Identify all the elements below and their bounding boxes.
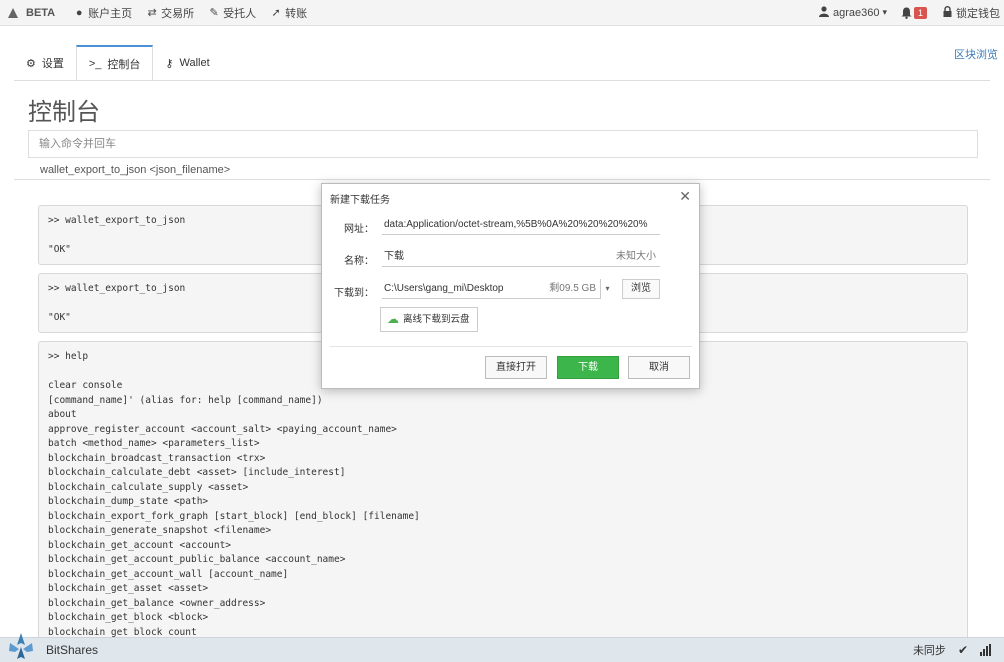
url-label: 网址： [344, 224, 374, 235]
block-explorer-link[interactable]: 区块浏览 [954, 46, 998, 62]
check-icon: ✔ [957, 643, 968, 657]
open-directly-button[interactable]: 直接打开 [485, 356, 547, 379]
free-space: 剩09.5 GB [549, 283, 596, 294]
download-button[interactable]: 下载 [557, 356, 619, 379]
url-value: data:Application/octet-stream,%5B%0A%20%… [384, 219, 648, 230]
new-download-dialog: 新建下载任务 ✕ 网址： data:Application/octet-stre… [321, 183, 700, 389]
app-name: BitShares [46, 643, 99, 657]
nav-item-label: 受托人 [223, 7, 257, 20]
bitshares-logo-icon [9, 633, 33, 659]
user-menu[interactable]: agrae360 ▾ [818, 5, 887, 20]
url-field[interactable]: data:Application/octet-stream,%5B%0A%20%… [382, 215, 660, 235]
chevron-down-icon: ▾ [882, 7, 887, 17]
nav-item-label: 交易所 [161, 7, 195, 20]
filename-field[interactable]: 下载 未知大小 [382, 247, 660, 267]
filename-value: 下载 [384, 251, 404, 262]
command-input[interactable] [28, 130, 978, 158]
key-icon: ⚷ [165, 57, 174, 70]
cloud-icon: ☁ [387, 312, 399, 326]
tab-settings[interactable]: ⚙ 设置 [14, 45, 76, 81]
nav-item-account-home[interactable]: ● 账户主页 [73, 5, 132, 21]
lock-icon [941, 5, 953, 20]
nav-item-label: 账户主页 [88, 7, 133, 20]
gears-icon: ⚙ [26, 57, 36, 70]
hint-divider [14, 179, 990, 180]
delegate-icon: ✎ [209, 7, 219, 19]
tab-wallet[interactable]: ⚷ Wallet [153, 45, 221, 81]
browse-button[interactable]: 浏览 [622, 279, 660, 299]
nav-item-label: 转账 [285, 7, 308, 20]
lock-wallet-button[interactable]: 锁定钱包 [941, 5, 1000, 21]
save-path-value: C:\Users\gang_mi\Desktop [384, 283, 504, 294]
path-dropdown-chevron-icon[interactable]: ▾ [600, 279, 614, 299]
tab-label: 设置 [41, 58, 64, 70]
lock-wallet-label: 锁定钱包 [956, 7, 1000, 20]
dialog-divider [330, 346, 692, 347]
exchange-icon: ⇄ [147, 7, 157, 19]
page-title: 控制台 [28, 99, 100, 126]
terminal-icon: >_ [88, 57, 102, 70]
offline-cloud-download-button[interactable]: ☁ 离线下载到云盘 [380, 307, 478, 332]
save-to-label: 下载到： [334, 288, 374, 299]
bell-icon[interactable] [901, 7, 912, 19]
nav-item-exchange[interactable]: ⇄ 交易所 [146, 5, 195, 21]
command-hint: wallet_export_to_json <json_filename> [40, 164, 231, 176]
status-bar: BitShares 未同步 ✔ [0, 633, 1004, 662]
cloud-button-label: 离线下载到云盘 [403, 314, 470, 325]
name-label: 名称： [344, 256, 374, 267]
nav-item-transfer[interactable]: ➚ 转账 [270, 5, 308, 21]
close-icon[interactable]: ✕ [679, 188, 691, 205]
tab-console[interactable]: >_ 控制台 [75, 45, 154, 81]
tab-label: 控制台 [107, 58, 141, 71]
sync-status: 未同步 [912, 645, 946, 657]
user-icon [818, 5, 830, 20]
nav-item-delegates[interactable]: ✎ 受托人 [208, 5, 257, 21]
bitshares-triangle-icon [8, 7, 18, 18]
notification-count: 1 [913, 6, 927, 19]
user-home-icon: ● [75, 6, 83, 19]
brand[interactable]: BETA [8, 7, 55, 19]
console-tabs: ⚙ 设置 >_ 控制台 ⚷ Wallet [14, 45, 222, 81]
user-name: agrae360 [832, 6, 880, 19]
save-path-field[interactable]: C:\Users\gang_mi\Desktop 剩09.5 GB [382, 279, 600, 299]
cancel-button[interactable]: 取消 [628, 356, 690, 379]
tab-divider [14, 80, 990, 81]
transfer-icon: ➚ [271, 7, 281, 19]
dialog-title: 新建下载任务 [330, 195, 390, 206]
top-navbar: BETA ● 账户主页 ⇄ 交易所 ✎ 受托人 ➚ 转账 agrae360 ▾ … [0, 0, 1004, 26]
file-size: 未知大小 [616, 251, 656, 262]
signal-bars-icon [980, 644, 992, 656]
brand-label: BETA [26, 6, 56, 19]
tab-label: Wallet [179, 57, 210, 69]
